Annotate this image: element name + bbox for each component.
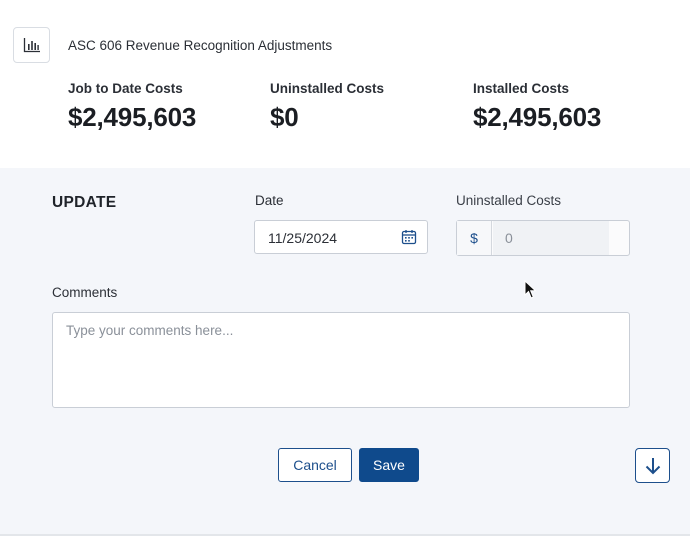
mouse-cursor-icon — [524, 280, 537, 299]
scroll-down-button[interactable] — [635, 448, 670, 483]
metric-installed-costs: Installed Costs $2,495,603 — [473, 81, 601, 133]
uninstalled-costs-input[interactable]: $ 0 — [456, 220, 630, 256]
currency-symbol: $ — [457, 221, 492, 255]
metric-label: Uninstalled Costs — [270, 81, 385, 96]
save-button[interactable]: Save — [359, 448, 419, 482]
arrow-down-icon — [645, 457, 660, 474]
update-section-title: UPDATE — [52, 194, 117, 211]
cancel-button[interactable]: Cancel — [278, 448, 352, 482]
date-value: 11/25/2024 — [268, 230, 338, 246]
uninstalled-costs-label: Uninstalled Costs — [456, 193, 562, 208]
metric-label: Installed Costs — [473, 81, 570, 96]
metric-value: $2,495,603 — [68, 102, 197, 132]
uninstalled-costs-value-field[interactable]: 0 — [493, 221, 609, 255]
date-input[interactable]: 11/25/2024 — [254, 220, 428, 254]
bar-chart-icon — [13, 27, 50, 63]
comments-textarea[interactable]: Type your comments here... — [52, 312, 630, 408]
page-title: ASC 606 Revenue Recognition Adjustments — [68, 38, 333, 53]
metric-uninstalled-costs: Uninstalled Costs $0 — [270, 81, 384, 133]
metric-job-to-date-costs: Job to Date Costs $2,495,603 — [68, 81, 196, 133]
metric-value: $0 — [270, 102, 299, 132]
calendar-icon[interactable] — [401, 229, 417, 245]
date-label: Date — [255, 193, 284, 208]
comments-label: Comments — [52, 285, 118, 300]
summary-panel: ASC 606 Revenue Recognition Adjustments … — [0, 0, 690, 168]
comments-placeholder: Type your comments here... — [66, 323, 234, 338]
metric-value: $2,495,603 — [473, 102, 602, 132]
metric-label: Job to Date Costs — [68, 81, 183, 96]
uninstalled-costs-value: 0 — [505, 230, 513, 246]
